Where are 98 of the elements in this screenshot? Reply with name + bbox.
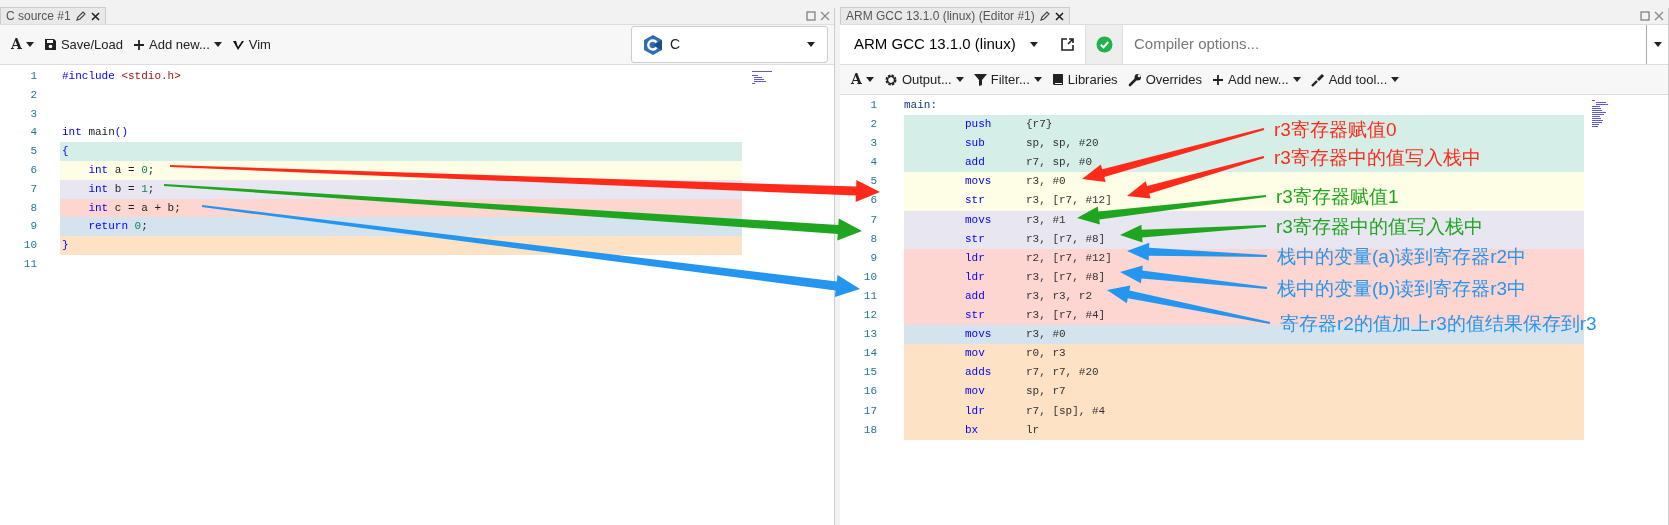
annotation-text: 寄存器r2的值加上r3的值结果保存到r3 xyxy=(1280,313,1597,333)
filter-icon xyxy=(973,73,987,86)
line-number: 13 xyxy=(862,327,877,343)
toolbar-button[interactable]: Overrides xyxy=(1122,67,1207,92)
toolbar-button[interactable]: Filter... xyxy=(968,67,1047,92)
annotation-text: 栈中的变量(b)读到寄存器r3中 xyxy=(1277,278,1527,298)
toolbar-button[interactable]: Libraries xyxy=(1046,67,1123,92)
line-number: 3 xyxy=(29,106,37,122)
line-number: 6 xyxy=(869,193,877,209)
code-line: str r3, [r7, #4] xyxy=(964,309,1106,322)
font-size-button[interactable]: A xyxy=(846,67,879,92)
line-number: 2 xyxy=(29,87,37,103)
editor-tab[interactable]: C source #1 xyxy=(0,7,106,24)
line-number: 5 xyxy=(29,144,37,160)
code-line: sub sp, sp, #20 xyxy=(964,137,1099,150)
annotation-text: 栈中的变量(a)读到寄存器r2中 xyxy=(1277,246,1527,266)
code-line: #include <stdio.h> xyxy=(61,70,181,82)
code-line: str r3, [r7, #12] xyxy=(964,194,1112,207)
toolbar-button[interactable]: Add tool... xyxy=(1305,67,1405,92)
code-line: push {r7} xyxy=(964,118,1053,131)
code-line: } xyxy=(61,239,69,252)
line-number: 4 xyxy=(869,155,877,171)
line-number: 7 xyxy=(869,212,877,228)
code-line: mov r0, r3 xyxy=(964,347,1066,360)
line-number: 1 xyxy=(29,69,37,84)
line-number: 18 xyxy=(862,422,877,438)
font-size-button[interactable]: A xyxy=(6,32,39,57)
annotation-text: r3寄存器中的值写入栈中 xyxy=(1274,147,1481,167)
code-line: bx lr xyxy=(964,423,1040,436)
line-number: 9 xyxy=(29,219,37,235)
code-line: add r7, sp, #0 xyxy=(964,156,1092,169)
annotation-text: r3寄存器赋值1 xyxy=(1276,186,1399,206)
c-logo-icon xyxy=(644,34,662,55)
language-select[interactable]: C xyxy=(631,26,828,63)
code-line: { xyxy=(61,145,69,158)
plus-icon xyxy=(133,38,146,51)
line-number: 17 xyxy=(862,403,877,419)
code-line: int b = 1; xyxy=(87,182,155,195)
line-number: 10 xyxy=(862,269,877,285)
wrench-icon xyxy=(1127,72,1142,87)
line-number: 2 xyxy=(869,117,877,133)
maximize-icon[interactable] xyxy=(806,10,816,21)
caret-icon xyxy=(1653,42,1662,47)
code-line: ldr r7, [sp], #4 xyxy=(964,404,1106,417)
line-number: 8 xyxy=(29,200,37,216)
vim-icon xyxy=(231,38,245,51)
line-number: 12 xyxy=(862,308,877,324)
line-number: 8 xyxy=(869,231,877,247)
code-line: movs r3, #1 xyxy=(964,213,1066,226)
gear-icon xyxy=(883,72,898,87)
toolbar-button[interactable]: Add new... xyxy=(1207,67,1306,92)
popout-icon[interactable] xyxy=(1060,37,1075,52)
annotation-text: r3寄存器中的值写入栈中 xyxy=(1276,216,1483,236)
line-number: 9 xyxy=(869,250,877,266)
minimap-drawing xyxy=(1592,100,1608,130)
line-number: 15 xyxy=(862,365,877,381)
book-icon xyxy=(1051,73,1064,86)
save-icon xyxy=(43,38,57,51)
close-icon[interactable] xyxy=(90,11,100,21)
code-line: adds r7, r7, #20 xyxy=(964,366,1099,379)
toolbar-button[interactable]: Vim xyxy=(226,32,276,57)
line-number: 3 xyxy=(869,136,877,152)
line-number: 14 xyxy=(862,346,877,362)
caret-icon xyxy=(807,42,815,47)
code-line: int a = 0; xyxy=(87,164,155,176)
line-number: 16 xyxy=(862,384,877,400)
pencil-icon[interactable] xyxy=(75,11,86,21)
line-number: 6 xyxy=(29,163,37,178)
line-number: 11 xyxy=(862,288,877,304)
code-line: add r3, r3, r2 xyxy=(964,289,1092,302)
caret-icon xyxy=(1030,42,1038,47)
code-line: mov sp, r7 xyxy=(964,385,1066,398)
toolbar-button[interactable]: Output... xyxy=(878,67,969,92)
minimap-drawing xyxy=(752,71,774,85)
line-number: 5 xyxy=(869,174,877,190)
plus-icon xyxy=(1212,73,1224,86)
code-line: int main() xyxy=(61,126,129,139)
code-line: main: xyxy=(904,99,937,111)
line-number: 7 xyxy=(29,181,37,197)
code-line: ldr r2, [r7, #12] xyxy=(964,251,1112,264)
pencil-icon[interactable] xyxy=(1039,11,1050,21)
code-line: movs r3, #0 xyxy=(964,328,1066,341)
editor-tab[interactable]: ARM GCC 13.1.0 (linux) (Editor #1) xyxy=(840,7,1070,24)
maximize-icon[interactable] xyxy=(1640,10,1650,21)
toolbar-button[interactable]: Add new... xyxy=(128,32,227,57)
line-number: 11 xyxy=(22,256,37,272)
line-number: 4 xyxy=(29,125,37,141)
line-number: 1 xyxy=(869,98,877,113)
code-line: movs r3, #0 xyxy=(964,175,1066,188)
line-number: 10 xyxy=(22,238,37,254)
annotation-text: r3寄存器赋值0 xyxy=(1274,119,1397,139)
code-line: ldr r3, [r7, #8] xyxy=(964,270,1106,283)
toolbar-button[interactable]: Save/Load xyxy=(38,32,129,57)
code-line: return 0; xyxy=(87,220,148,233)
close-icon[interactable] xyxy=(1054,11,1064,21)
code-line: int c = a + b; xyxy=(87,201,181,214)
brush-icon xyxy=(1310,72,1325,87)
code-line: str r3, [r7, #8] xyxy=(964,232,1106,245)
